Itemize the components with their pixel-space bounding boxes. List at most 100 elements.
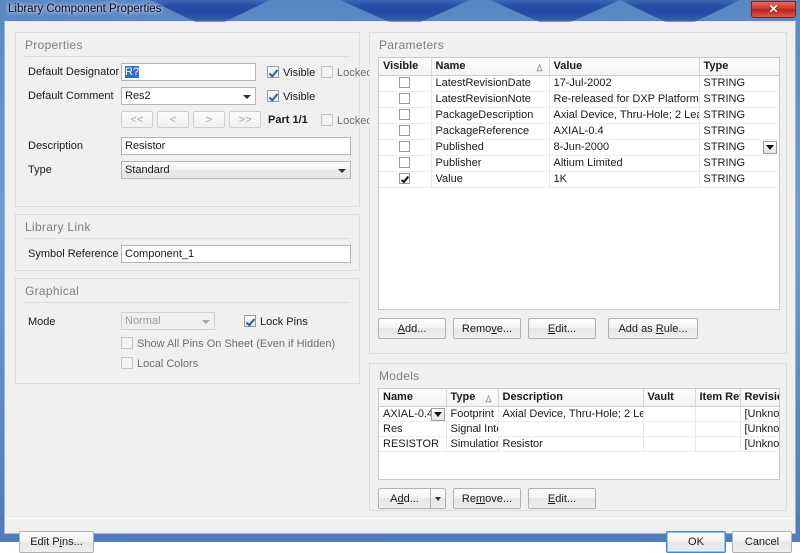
parameter-type-cell[interactable]: STRING [699, 139, 779, 155]
parameter-type-cell[interactable]: STRING [699, 171, 779, 187]
model-item-rev-cell[interactable] [695, 421, 740, 436]
part-next-button[interactable]: > [193, 111, 225, 128]
model-revision-cell[interactable]: [Unknown] [740, 421, 780, 436]
models-table[interactable]: Name Type △ Description Vault Item Rev..… [378, 388, 780, 480]
parameters-col-value[interactable]: Value [549, 58, 699, 75]
table-row[interactable]: PublisherAltium LimitedSTRING [379, 155, 779, 171]
model-type-cell[interactable]: Simulation [446, 436, 498, 451]
parameter-name-cell[interactable]: LatestRevisionNote [431, 91, 549, 107]
models-edit-button[interactable]: Edit... [528, 488, 596, 509]
parameter-type-cell[interactable]: STRING [699, 123, 779, 139]
models-col-revision[interactable]: Revision... [740, 389, 780, 406]
lock-pins-checkbox[interactable]: Lock Pins [244, 315, 308, 328]
ok-button[interactable]: OK [666, 531, 726, 553]
models-col-vault[interactable]: Vault [643, 389, 695, 406]
model-item-rev-cell[interactable] [695, 406, 740, 421]
model-type-cell[interactable]: Signal Inte [446, 421, 498, 436]
parameter-visible-cell[interactable] [379, 107, 431, 123]
model-vault-cell[interactable] [643, 436, 695, 451]
models-add-button[interactable]: Add... [378, 488, 430, 509]
table-row[interactable]: LatestRevisionDate17-Jul-2002STRING [379, 75, 779, 91]
parameter-visible-cell[interactable] [379, 139, 431, 155]
models-col-description[interactable]: Description [498, 389, 643, 406]
checkbox-unchecked-icon[interactable] [399, 109, 410, 120]
model-vault-cell[interactable] [643, 406, 695, 421]
parameter-type-cell[interactable]: STRING [699, 155, 779, 171]
designator-visible-checkbox[interactable]: Visible [267, 66, 315, 79]
part-prev-button[interactable]: < [157, 111, 189, 128]
checkbox-checked-icon[interactable] [399, 173, 410, 184]
parameter-name-cell[interactable]: Published [431, 139, 549, 155]
table-row[interactable]: Value1KSTRING [379, 171, 779, 187]
parameter-value-cell[interactable]: Altium Limited [549, 155, 699, 171]
parameters-table[interactable]: Visible Name △ Value Type LatestRevision… [378, 57, 780, 310]
parameters-col-name[interactable]: Name △ [431, 58, 549, 75]
cancel-button[interactable]: Cancel [732, 531, 792, 553]
parameter-name-cell[interactable]: PackageDescription [431, 107, 549, 123]
symbol-reference-input[interactable]: Component_1 [121, 245, 351, 263]
parameter-value-cell[interactable]: 1K [549, 171, 699, 187]
parameter-name-cell[interactable]: PackageReference [431, 123, 549, 139]
models-remove-button[interactable]: Remove... [453, 488, 521, 509]
parameter-value-cell[interactable]: Re-released for DXP Platform. [549, 91, 699, 107]
parameter-value-cell[interactable]: AXIAL-0.4 [549, 123, 699, 139]
parameter-visible-cell[interactable] [379, 123, 431, 139]
table-row[interactable]: RESISTORSimulationResistor [Unknown] [379, 436, 780, 451]
models-add-dropdown-button[interactable] [430, 488, 446, 509]
parameter-value-cell[interactable]: Axial Device, Thru-Hole; 2 Leads; 0.4 [549, 107, 699, 123]
parameters-col-type[interactable]: Type [699, 58, 779, 75]
default-designator-input[interactable]: R? [121, 63, 256, 81]
table-row[interactable]: PackageReferenceAXIAL-0.4STRING [379, 123, 779, 139]
edit-pins-button[interactable]: Edit Pins... [19, 531, 94, 553]
checkbox-unchecked-icon[interactable] [399, 77, 410, 88]
local-colors-checkbox[interactable]: Local Colors [121, 357, 198, 370]
part-locked-checkbox[interactable]: Locked [321, 114, 372, 127]
part-last-button[interactable]: >> [229, 111, 261, 128]
designator-locked-checkbox[interactable]: Locked [321, 66, 372, 79]
close-icon[interactable]: ✕ [751, 1, 796, 18]
parameter-type-cell[interactable]: STRING [699, 107, 779, 123]
parameters-remove-button[interactable]: Remove... [453, 318, 521, 339]
model-name-cell[interactable]: Res [379, 421, 446, 436]
cell-dropdown-icon[interactable] [431, 408, 445, 421]
checkbox-unchecked-icon[interactable] [399, 93, 410, 104]
parameter-value-cell[interactable]: 8-Jun-2000 [549, 139, 699, 155]
model-name-cell[interactable]: RESISTOR [379, 436, 446, 451]
model-revision-cell[interactable]: [Unknown] [740, 406, 780, 421]
parameters-add-as-rule-button[interactable]: Add as Rule... [608, 318, 698, 339]
parameter-type-cell[interactable]: STRING [699, 75, 779, 91]
table-row[interactable]: ResSignal Inte [Unknown] [379, 421, 780, 436]
models-col-item-rev[interactable]: Item Rev... [695, 389, 740, 406]
parameter-name-cell[interactable]: LatestRevisionDate [431, 75, 549, 91]
model-item-rev-cell[interactable] [695, 436, 740, 451]
comment-visible-checkbox[interactable]: Visible [267, 90, 315, 103]
parameter-visible-cell[interactable] [379, 91, 431, 107]
default-comment-combo[interactable]: Res2 [121, 87, 256, 105]
parameter-value-cell[interactable]: 17-Jul-2002 [549, 75, 699, 91]
model-description-cell[interactable]: Resistor [498, 436, 643, 451]
parameters-edit-button[interactable]: Edit... [528, 318, 596, 339]
parameter-type-cell[interactable]: STRING [699, 91, 779, 107]
checkbox-unchecked-icon[interactable] [399, 157, 410, 168]
type-combo[interactable]: Standard [121, 161, 351, 179]
part-first-button[interactable]: << [121, 111, 153, 128]
parameters-col-visible[interactable]: Visible [379, 58, 431, 75]
model-description-cell[interactable] [498, 421, 643, 436]
parameter-visible-cell[interactable] [379, 155, 431, 171]
table-row[interactable]: Published8-Jun-2000STRING [379, 139, 779, 155]
checkbox-unchecked-icon[interactable] [399, 141, 410, 152]
parameter-name-cell[interactable]: Value [431, 171, 549, 187]
model-name-cell[interactable]: AXIAL-0.4 [379, 406, 446, 421]
parameter-visible-cell[interactable] [379, 171, 431, 187]
models-col-name[interactable]: Name [379, 389, 446, 406]
model-revision-cell[interactable]: [Unknown] [740, 436, 780, 451]
checkbox-unchecked-icon[interactable] [399, 125, 410, 136]
table-row[interactable]: PackageDescriptionAxial Device, Thru-Hol… [379, 107, 779, 123]
mode-combo[interactable]: Normal [121, 312, 215, 330]
cell-dropdown-icon[interactable] [763, 141, 777, 154]
model-vault-cell[interactable] [643, 421, 695, 436]
parameters-add-button[interactable]: Add... [378, 318, 446, 339]
parameter-name-cell[interactable]: Publisher [431, 155, 549, 171]
model-description-cell[interactable]: Axial Device, Thru-Hole; 2 Leads; 0 [498, 406, 643, 421]
models-col-type[interactable]: Type △ [446, 389, 498, 406]
